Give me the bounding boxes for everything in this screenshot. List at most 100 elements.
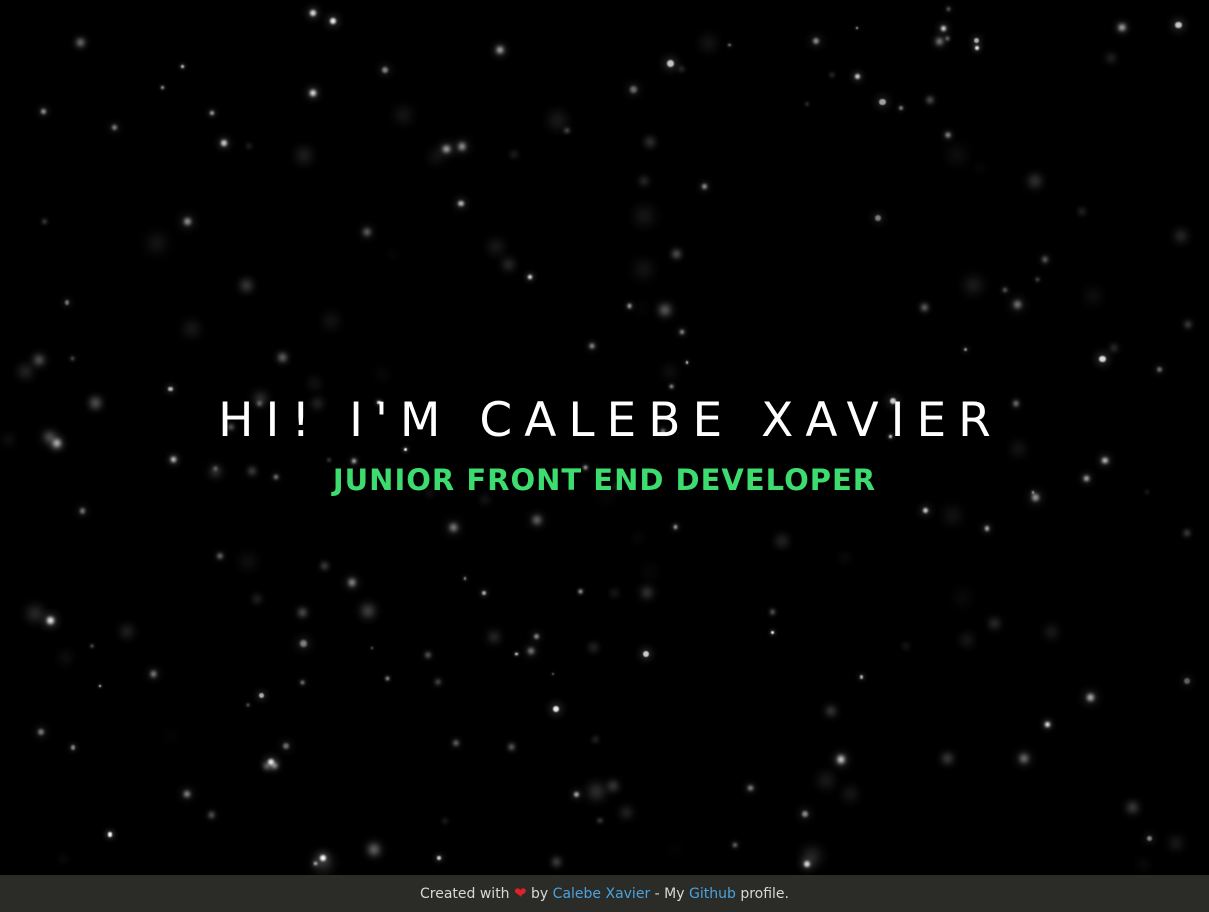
star xyxy=(1112,346,1117,351)
star xyxy=(680,68,683,71)
star xyxy=(1184,531,1189,535)
github-link[interactable]: Github xyxy=(689,886,736,902)
footer-profile: profile. xyxy=(740,886,789,902)
hero-subtitle: JUNIOR FRONT END DEVELOPER xyxy=(332,463,877,497)
star xyxy=(1014,300,1022,308)
star xyxy=(573,792,579,798)
star xyxy=(505,262,511,267)
star xyxy=(299,609,305,615)
star xyxy=(310,89,317,96)
star xyxy=(463,577,467,581)
hero-section: HI! I'M CALEBE XAVIER JUNIOR FRONT END D… xyxy=(0,390,1209,498)
star xyxy=(642,179,647,184)
star xyxy=(647,140,652,145)
star xyxy=(436,855,441,860)
star xyxy=(859,675,864,679)
star xyxy=(927,98,932,103)
star xyxy=(246,559,250,564)
star xyxy=(1175,21,1182,29)
star xyxy=(401,112,407,118)
star xyxy=(666,60,674,68)
star xyxy=(98,685,101,687)
star xyxy=(70,357,74,361)
star xyxy=(823,778,828,783)
star xyxy=(946,36,950,40)
star xyxy=(450,523,457,531)
footer: Created with ❤ by Calebe Xavier - My Git… xyxy=(0,875,1209,912)
star xyxy=(221,140,227,146)
star xyxy=(565,128,569,133)
star xyxy=(598,819,602,823)
star xyxy=(1141,863,1145,866)
star xyxy=(937,39,943,45)
star xyxy=(855,74,860,80)
star xyxy=(809,853,815,859)
star xyxy=(534,517,541,524)
star xyxy=(1130,805,1136,811)
star xyxy=(496,47,503,54)
star xyxy=(1178,233,1184,239)
star xyxy=(433,154,439,160)
star xyxy=(592,646,595,649)
star xyxy=(255,597,259,601)
star xyxy=(1042,257,1048,262)
star xyxy=(1156,367,1162,373)
footer-separator: - My xyxy=(654,886,685,902)
star xyxy=(643,589,651,596)
star xyxy=(209,812,214,817)
footer-by: by xyxy=(531,886,549,902)
star xyxy=(47,617,54,624)
star xyxy=(770,631,775,635)
footer-created-with: Created with xyxy=(420,886,510,902)
star xyxy=(189,326,195,332)
star xyxy=(310,10,316,16)
star xyxy=(642,650,649,658)
star xyxy=(855,26,858,29)
star xyxy=(879,98,886,106)
star xyxy=(63,655,68,660)
star xyxy=(963,347,968,352)
star xyxy=(283,743,290,750)
star xyxy=(382,66,389,73)
star xyxy=(747,785,753,791)
star xyxy=(579,590,582,593)
star xyxy=(1003,287,1008,292)
star xyxy=(78,39,84,45)
page: HI! I'M CALEBE XAVIER JUNIOR FRONT END D… xyxy=(0,0,1209,912)
star xyxy=(124,629,130,634)
star xyxy=(1099,355,1106,362)
star xyxy=(970,281,977,289)
star xyxy=(511,152,516,157)
star xyxy=(830,73,834,77)
star xyxy=(874,214,881,221)
star xyxy=(1036,277,1039,281)
star xyxy=(551,673,554,676)
author-link[interactable]: Calebe Xavier xyxy=(553,886,651,902)
star xyxy=(300,640,308,647)
star xyxy=(1086,694,1094,701)
star xyxy=(32,610,39,617)
star xyxy=(64,300,70,305)
star xyxy=(992,621,998,627)
star xyxy=(624,810,630,816)
star xyxy=(732,842,737,847)
star xyxy=(264,764,269,769)
star xyxy=(978,166,981,169)
star xyxy=(43,219,47,223)
star xyxy=(803,861,810,868)
star xyxy=(184,217,192,225)
star xyxy=(246,703,249,707)
star xyxy=(673,848,677,851)
star xyxy=(661,306,669,314)
star xyxy=(329,319,333,324)
star xyxy=(1090,294,1095,299)
star xyxy=(1184,677,1191,684)
star xyxy=(950,512,955,518)
star xyxy=(705,40,711,46)
star xyxy=(613,592,616,595)
star xyxy=(169,734,173,737)
star xyxy=(812,37,820,45)
star xyxy=(527,275,533,280)
star xyxy=(827,708,834,715)
star xyxy=(685,361,689,364)
